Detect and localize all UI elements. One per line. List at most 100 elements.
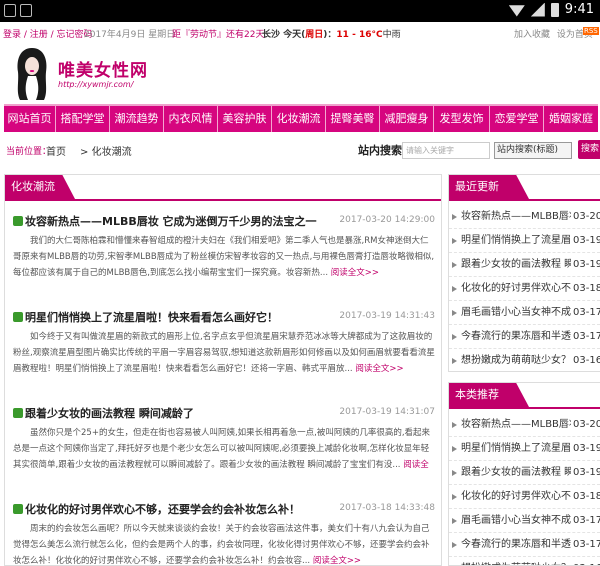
article-summary: 如今终于又有叫做流星眉的新款式的眉形上位,名字点玄乎但流星眉宋慧乔范冰冰等大牌都… [13, 329, 435, 377]
list-item-date: 03-17 [573, 515, 600, 526]
list-item-date: 03-17 [573, 539, 600, 550]
article-summary: 虽然你只是个25+的女生，但走在街也容易被人叫阿姨,如果长相再着急一点,被叫阿姨… [13, 425, 435, 473]
list-item-title[interactable]: 明星们悄悄换上了流星眉 [461, 229, 571, 253]
list-item-date: 03-16 [573, 557, 600, 565]
logo-girl-icon [17, 48, 47, 100]
article-badge-icon [13, 312, 23, 322]
panel-header: 本类推荐 [449, 383, 600, 409]
article-list-panel: 化妆潮流 妆容新热点——MLBB唇妆 它成为迷倒万千少男的法宝之一 2017-0… [4, 174, 442, 566]
list-item[interactable]: 跟着少女妆的画法教程 瞬间03-19 [449, 253, 600, 277]
list-item[interactable]: 想扮嫩成为萌萌哒少女？选03-16 [449, 557, 600, 565]
search-button[interactable]: 搜索 [578, 140, 600, 159]
panel-title: 化妆潮流 [5, 175, 75, 199]
list-item-title[interactable]: 化妆化的好讨男伴欢心不 [461, 277, 571, 301]
list-item[interactable]: 明星们悄悄换上了流星眉 03-19 [449, 229, 600, 253]
list-item-title[interactable]: 跟着少女妆的画法教程 瞬间 [461, 253, 571, 277]
article-summary: 我们的大仁哥陈柏霖和懵懂来春智组成的橙汁夫妇在《我们相爱吧》第二季人气也是暴涨,… [13, 233, 435, 281]
search-type-select[interactable]: 站内搜索(标题) [494, 142, 572, 159]
list-item-title[interactable]: 眉毛画错小心当女神不成， [461, 509, 571, 533]
list-item-title[interactable]: 今春流行的果冻唇和半透明 [461, 533, 571, 557]
article-summary-text: 周末的约会妆怎么画呢？所以今天就来谈谈约会妆！关于约会妆容画法这件事，美女们十有… [13, 524, 430, 566]
site-logo[interactable]: 唯美女性网 http://xywmjr.com/ [8, 46, 208, 102]
list-item-date: 03-19 [573, 443, 600, 454]
list-item-title[interactable]: 妆容新热点——MLBB唇妆 它 [461, 205, 571, 229]
article-summary: 周末的约会妆怎么画呢？所以今天就来谈谈约会妆！关于约会妆容画法这件事，美女们十有… [13, 521, 435, 566]
list-item-date: 03-18 [573, 491, 600, 502]
list-item[interactable]: 化妆化的好讨男伴欢心不 03-18 [449, 277, 600, 301]
list-item-title[interactable]: 跟着少女妆的画法教程 瞬间 [461, 461, 571, 485]
article-summary-text: 虽然你只是个25+的女生，但走在街也容易被人叫阿姨,如果长相再着急一点,被叫阿姨… [13, 428, 431, 470]
list-item-date: 03-17 [573, 307, 600, 318]
rss-icon[interactable]: RSS [583, 27, 599, 35]
list-item-date: 03-16 [573, 355, 600, 366]
add-favorite-link[interactable]: 加入收藏 [514, 30, 550, 40]
nav-romance[interactable]: 恋爱学堂 [490, 106, 544, 132]
recommended-panel: 本类推荐 妆容新热点——MLBB唇妆 它03-20 明星们悄悄换上了流星眉03-… [448, 382, 600, 566]
nav-lingerie[interactable]: 内衣风情 [164, 106, 218, 132]
list-item[interactable]: 妆容新热点——MLBB唇妆 它03-20 [449, 413, 600, 437]
list-item-title[interactable]: 妆容新热点——MLBB唇妆 它 [461, 413, 571, 437]
nav-style-class[interactable]: 搭配学堂 [56, 106, 110, 132]
list-item[interactable]: 化妆化的好讨男伴欢心不 03-18 [449, 485, 600, 509]
list-item[interactable]: 跟着少女妆的画法教程 瞬间03-19 [449, 461, 600, 485]
article-title-text[interactable]: 妆容新热点——MLBB唇妆 它成为迷倒万千少男的法宝之一 [25, 215, 317, 228]
list-item-date: 03-19 [573, 259, 600, 270]
site-search-label: 站内搜索 [358, 144, 402, 157]
weather-city: 长沙 [262, 30, 281, 40]
article-time: 2017-03-20 14:29:00 [339, 215, 435, 225]
weather-today-suffix: )： [323, 30, 337, 40]
nav-slimming[interactable]: 减肥瘦身 [380, 106, 434, 132]
list-item-title[interactable]: 眉毛画错小心当女神不成， [461, 301, 571, 325]
list-item-title[interactable]: 想扮嫩成为萌萌哒少女？选 [461, 349, 571, 371]
wifi-icon [508, 5, 525, 17]
article-title[interactable]: 化妆化的好讨男伴欢心不够，还要学会约会补妆怎么补！ [13, 501, 300, 517]
article-title[interactable]: 跟着少女妆的画法教程 瞬间减龄了 [13, 405, 194, 421]
list-item-title[interactable]: 今春流行的果冻唇和半透明 [461, 325, 571, 349]
article-title[interactable]: 妆容新热点——MLBB唇妆 它成为迷倒万千少男的法宝之一 [13, 213, 317, 229]
weather-info: 长沙 今天(周日)：11 - 16°C中雨 [262, 27, 401, 40]
nav-marriage[interactable]: 婚姻家庭 [544, 106, 598, 132]
list-item-title[interactable]: 明星们悄悄换上了流星眉 [461, 437, 571, 461]
main-nav: 网站首页 搭配学堂 潮流趋势 内衣风情 美容护肤 化妆潮流 提臀美臀 减肥瘦身 … [4, 104, 598, 132]
article-title-text[interactable]: 化妆化的好讨男伴欢心不够，还要学会约会补妆怎么补！ [25, 503, 300, 516]
search-input[interactable]: 请输入关键字 [402, 142, 490, 159]
nav-hairstyle[interactable]: 发型发饰 [434, 106, 490, 132]
shield-icon [20, 4, 32, 17]
nav-hips[interactable]: 提臀美臀 [326, 106, 380, 132]
nav-home[interactable]: 网站首页 [4, 106, 56, 132]
panel-header: 化妆潮流 [5, 175, 441, 201]
latest-updates-panel: 最近更新 妆容新热点——MLBB唇妆 它03-20 明星们悄悄换上了流星眉03-… [448, 174, 600, 372]
list-item-title[interactable]: 化妆化的好讨男伴欢心不 [461, 485, 571, 509]
list-item[interactable]: 眉毛画错小心当女神不成， 03-17 [449, 301, 600, 325]
list-item-date: 03-17 [573, 331, 600, 342]
breadcrumb: > 化妆潮流 [80, 143, 132, 158]
notification-icon [4, 4, 16, 17]
logo-name: 唯美女性网 [58, 61, 148, 81]
read-more-link[interactable]: 阅读全文>> [355, 364, 403, 374]
article-title-text[interactable]: 明星们悄悄换上了流星眉啦！快来看看怎么画好它！ [25, 311, 278, 324]
status-time: 9:41 [564, 2, 594, 17]
nav-trends[interactable]: 潮流趋势 [110, 106, 164, 132]
nav-skincare[interactable]: 美容护肤 [218, 106, 272, 132]
list-item[interactable]: 今春流行的果冻唇和半透明 03-17 [449, 325, 600, 349]
list-item[interactable]: 妆容新热点——MLBB唇妆 它03-20 [449, 205, 600, 229]
article-title[interactable]: 明星们悄悄换上了流星眉啦！快来看看怎么画好它！ [13, 309, 278, 325]
login-register-links[interactable]: 登录 / 注册 / 忘记密码 [3, 27, 93, 40]
breadcrumb-home[interactable]: 首页 [46, 143, 66, 158]
panel-title: 本类推荐 [449, 383, 529, 407]
read-more-link[interactable]: 阅读全文>> [313, 556, 361, 565]
list-item[interactable]: 眉毛画错小心当女神不成， 03-17 [449, 509, 600, 533]
list-item-title[interactable]: 想扮嫩成为萌萌哒少女？选 [461, 557, 571, 565]
read-more-link[interactable]: 阅读全文>> [331, 268, 379, 278]
article-title-text[interactable]: 跟着少女妆的画法教程 瞬间减龄了 [25, 407, 194, 420]
top-info-bar: 登录 / 注册 / 忘记密码 2017年4月9日 星期日 距『劳动节』还有22天… [0, 22, 600, 42]
list-item[interactable]: 明星们悄悄换上了流星眉 03-19 [449, 437, 600, 461]
current-date: 2017年4月9日 星期日 [84, 30, 176, 40]
nav-makeup[interactable]: 化妆潮流 [272, 106, 326, 132]
weather-today-prefix: 今天( [283, 30, 306, 40]
weather-temp: 11 - 16°C [336, 30, 383, 40]
list-item[interactable]: 今春流行的果冻唇和半透明 03-17 [449, 533, 600, 557]
list-item[interactable]: 想扮嫩成为萌萌哒少女？选03-16 [449, 349, 600, 371]
breadcrumb-separator: > [80, 147, 89, 158]
list-item-date: 03-18 [573, 283, 600, 294]
